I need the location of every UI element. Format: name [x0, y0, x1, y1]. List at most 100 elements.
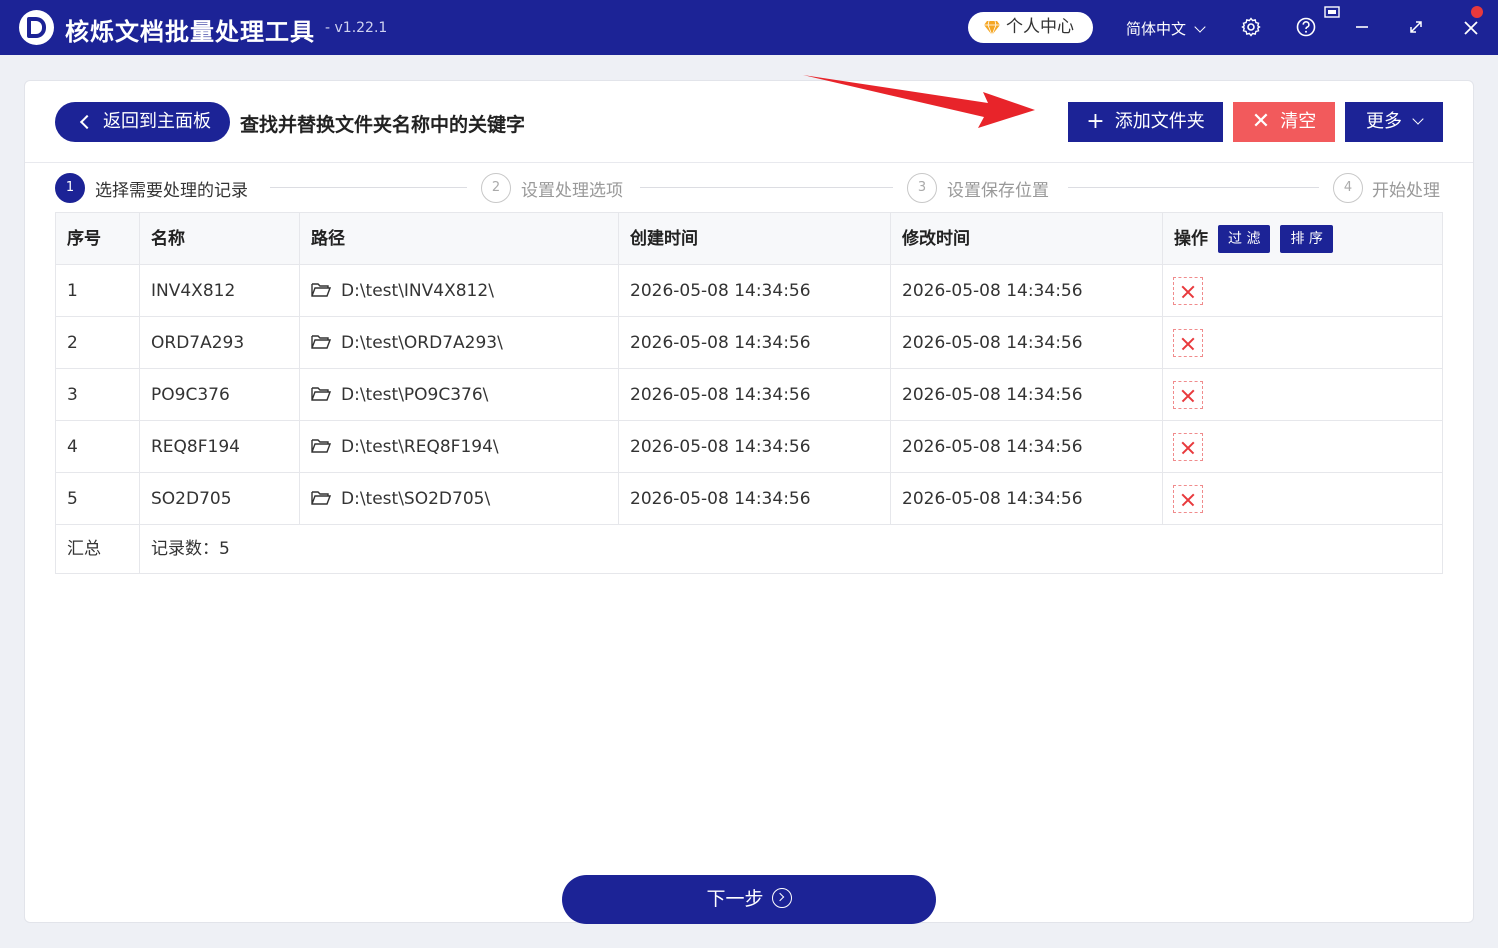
row-modified: 2026-05-08 14:34:56 — [891, 317, 1163, 368]
row-modified: 2026-05-08 14:34:56 — [891, 473, 1163, 524]
row-name: ORD7A293 — [140, 317, 300, 368]
add-folder-button[interactable]: + 添加文件夹 — [1068, 102, 1223, 142]
step-3-number: 3 — [907, 173, 937, 203]
step-1-label: 选择需要处理的记录 — [95, 181, 248, 201]
row-name: INV4X812 — [140, 265, 300, 316]
maximize-icon[interactable] — [1406, 17, 1426, 37]
folder-icon — [311, 283, 331, 297]
records-table: 序号 名称 路径 创建时间 修改时间 操作过 滤排 序 1 INV4X812 D… — [55, 212, 1443, 574]
row-modified: 2026-05-08 14:34:56 — [891, 265, 1163, 316]
step-connector — [1068, 187, 1319, 188]
summary-label: 汇总 — [56, 525, 140, 573]
row-actions — [1163, 265, 1444, 316]
clear-button[interactable]: ✕ 清空 — [1233, 102, 1335, 142]
step-1-number: 1 — [55, 173, 85, 203]
table-row: 5 SO2D705 D:\test\SO2D705\ 2026-05-08 14… — [56, 473, 1442, 525]
more-label: 更多 — [1366, 111, 1402, 132]
row-name: PO9C376 — [140, 369, 300, 420]
red-arrow-annotation — [803, 75, 1035, 128]
divider — [25, 162, 1473, 163]
app-version: - v1.22.1 — [325, 20, 388, 36]
folder-icon — [311, 387, 331, 401]
table-row: 3 PO9C376 D:\test\PO9C376\ 2026-05-08 14… — [56, 369, 1442, 421]
row-path-cell: D:\test\ORD7A293\ — [300, 317, 619, 368]
back-label: 返回到主面板 — [103, 111, 211, 132]
chevron-down-icon — [1412, 113, 1424, 125]
row-actions — [1163, 473, 1444, 524]
page-title: 查找并替换文件夹名称中的关键字 — [240, 114, 526, 136]
header-index: 序号 — [56, 213, 140, 264]
row-created: 2026-05-08 14:34:56 — [619, 473, 891, 524]
row-name: REQ8F194 — [140, 421, 300, 472]
pin-icon[interactable] — [1324, 6, 1340, 20]
row-path-cell: D:\test\INV4X812\ — [300, 265, 619, 316]
sort-button[interactable]: 排 序 — [1280, 225, 1333, 253]
delete-icon[interactable] — [1173, 381, 1203, 409]
row-created: 2026-05-08 14:34:56 — [619, 369, 891, 420]
row-index: 2 — [56, 317, 140, 368]
folder-icon — [311, 335, 331, 349]
chevron-down-icon — [1194, 21, 1206, 33]
arrow-right-circle-icon — [771, 888, 792, 908]
table-row: 4 REQ8F194 D:\test\REQ8F194\ 2026-05-08 … — [56, 421, 1442, 473]
delete-icon[interactable] — [1173, 329, 1203, 357]
gear-icon[interactable] — [1241, 17, 1261, 37]
row-path: D:\test\INV4X812\ — [341, 281, 494, 301]
add-folder-label: 添加文件夹 — [1114, 111, 1205, 132]
delete-icon[interactable] — [1173, 433, 1203, 461]
back-to-main-button[interactable]: 返回到主面板 — [55, 102, 230, 142]
step-2-label: 设置处理选项 — [521, 181, 623, 201]
step-connector — [640, 187, 893, 188]
next-step-button[interactable]: 下一步 — [562, 875, 936, 924]
row-actions — [1163, 421, 1444, 472]
row-path: D:\test\ORD7A293\ — [341, 333, 503, 353]
step-4-number: 4 — [1333, 173, 1363, 203]
row-modified: 2026-05-08 14:34:56 — [891, 369, 1163, 420]
table-row: 2 ORD7A293 D:\test\ORD7A293\ 2026-05-08 … — [56, 317, 1442, 369]
row-created: 2026-05-08 14:34:56 — [619, 317, 891, 368]
row-path-cell: D:\test\PO9C376\ — [300, 369, 619, 420]
clear-label: 清空 — [1280, 111, 1317, 132]
row-created: 2026-05-08 14:34:56 — [619, 265, 891, 316]
row-modified: 2026-05-08 14:34:56 — [891, 421, 1163, 472]
x-icon: ✕ — [1251, 109, 1271, 134]
folder-icon — [311, 439, 331, 453]
folder-icon — [311, 491, 331, 505]
header-actions: 操作过 滤排 序 — [1163, 213, 1444, 264]
row-actions — [1163, 369, 1444, 420]
language-select[interactable]: 简体中文 — [1126, 18, 1206, 39]
app-logo — [19, 10, 54, 45]
header-path: 路径 — [300, 213, 619, 264]
row-index: 1 — [56, 265, 140, 316]
row-index: 4 — [56, 421, 140, 472]
row-created: 2026-05-08 14:34:56 — [619, 421, 891, 472]
plus-icon: + — [1086, 109, 1105, 134]
minimize-icon[interactable] — [1352, 17, 1372, 37]
more-button[interactable]: 更多 — [1345, 102, 1443, 142]
row-index: 3 — [56, 369, 140, 420]
delete-icon[interactable] — [1173, 277, 1203, 305]
next-step-label: 下一步 — [706, 888, 764, 910]
row-index: 5 — [56, 473, 140, 524]
close-icon[interactable] — [1461, 4, 1489, 38]
row-path-cell: D:\test\SO2D705\ — [300, 473, 619, 524]
summary-value: 记录数：5 — [151, 539, 230, 559]
header-created: 创建时间 — [619, 213, 891, 264]
filter-button[interactable]: 过 滤 — [1218, 225, 1271, 253]
summary-row: 汇总 记录数：5 — [56, 525, 1442, 573]
diamond-icon — [984, 21, 1000, 35]
help-icon[interactable] — [1296, 17, 1316, 37]
app-title: 核烁文档批量处理工具 — [65, 18, 315, 46]
step-3-label: 设置保存位置 — [947, 181, 1049, 201]
step-connector — [270, 187, 467, 188]
row-path: D:\test\SO2D705\ — [341, 489, 491, 509]
header-actions-label: 操作 — [1174, 229, 1208, 249]
delete-icon[interactable] — [1173, 485, 1203, 513]
user-center-button[interactable]: 个人中心 — [968, 12, 1093, 43]
row-name: SO2D705 — [140, 473, 300, 524]
step-2-number: 2 — [481, 173, 511, 203]
language-label: 简体中文 — [1126, 20, 1187, 38]
row-actions — [1163, 317, 1444, 368]
header-modified: 修改时间 — [891, 213, 1163, 264]
step-4-label: 开始处理 — [1372, 181, 1440, 201]
